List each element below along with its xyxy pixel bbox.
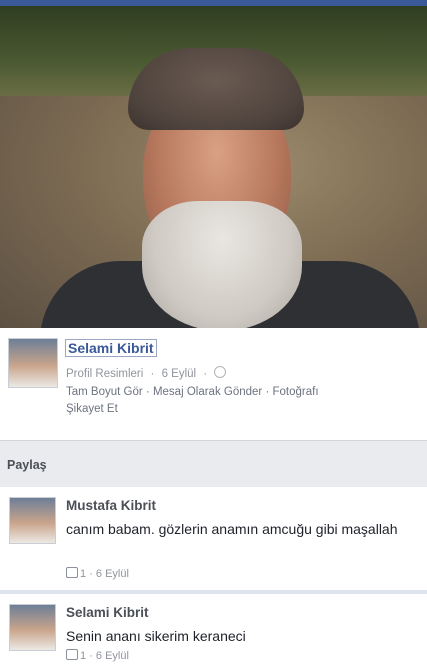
send-as-message-link[interactable]: Mesaj Olarak Gönder xyxy=(153,386,262,398)
commenter-name[interactable]: Mustafa Kibrit xyxy=(66,498,156,513)
post-date[interactable]: 6 Eylül xyxy=(162,368,197,380)
thumbs-up-icon[interactable] xyxy=(66,649,78,660)
photo-actions: Tam Boyut Gör · Mesaj Olarak Gönder · Fo… xyxy=(66,386,319,415)
thumbs-up-icon[interactable] xyxy=(66,567,78,578)
profile-photo[interactable] xyxy=(0,6,427,328)
comment: Selami Kibrit Senin ananı sikerim kerane… xyxy=(0,594,427,669)
comment-date[interactable]: 6 Eylül xyxy=(96,650,129,662)
like-count[interactable]: 1 xyxy=(80,568,86,580)
comment-text: canım babam. gözlerin anamın amcuğu gibi… xyxy=(66,521,398,537)
comment: Mustafa Kibrit canım babam. gözlerin ana… xyxy=(0,487,427,590)
commenter-avatar[interactable] xyxy=(9,604,56,651)
comment-text: Senin ananı sikerim keraneci xyxy=(66,628,246,644)
share-bar: Paylaş xyxy=(0,440,427,488)
privacy-globe-icon xyxy=(214,366,227,378)
comment-meta: 1 · 6 Eylül xyxy=(66,649,129,662)
photo-post: Selami Kibrit Profil Resimleri · 6 Eylül… xyxy=(0,328,427,440)
post-author-link[interactable]: Selami Kibrit xyxy=(65,339,157,357)
album-link[interactable]: Profil Resimleri xyxy=(66,368,143,380)
comment-meta: 1 · 6 Eylül xyxy=(66,567,129,580)
comment-date[interactable]: 6 Eylül xyxy=(96,568,129,580)
share-button[interactable]: Paylaş xyxy=(7,458,47,472)
view-full-size-link[interactable]: Tam Boyut Gör xyxy=(66,386,143,398)
post-meta: Profil Resimleri · 6 Eylül · xyxy=(66,366,230,380)
commenter-name[interactable]: Selami Kibrit xyxy=(66,605,149,620)
author-avatar[interactable] xyxy=(8,338,58,388)
commenter-avatar[interactable] xyxy=(9,497,56,544)
like-count[interactable]: 1 xyxy=(80,650,86,662)
